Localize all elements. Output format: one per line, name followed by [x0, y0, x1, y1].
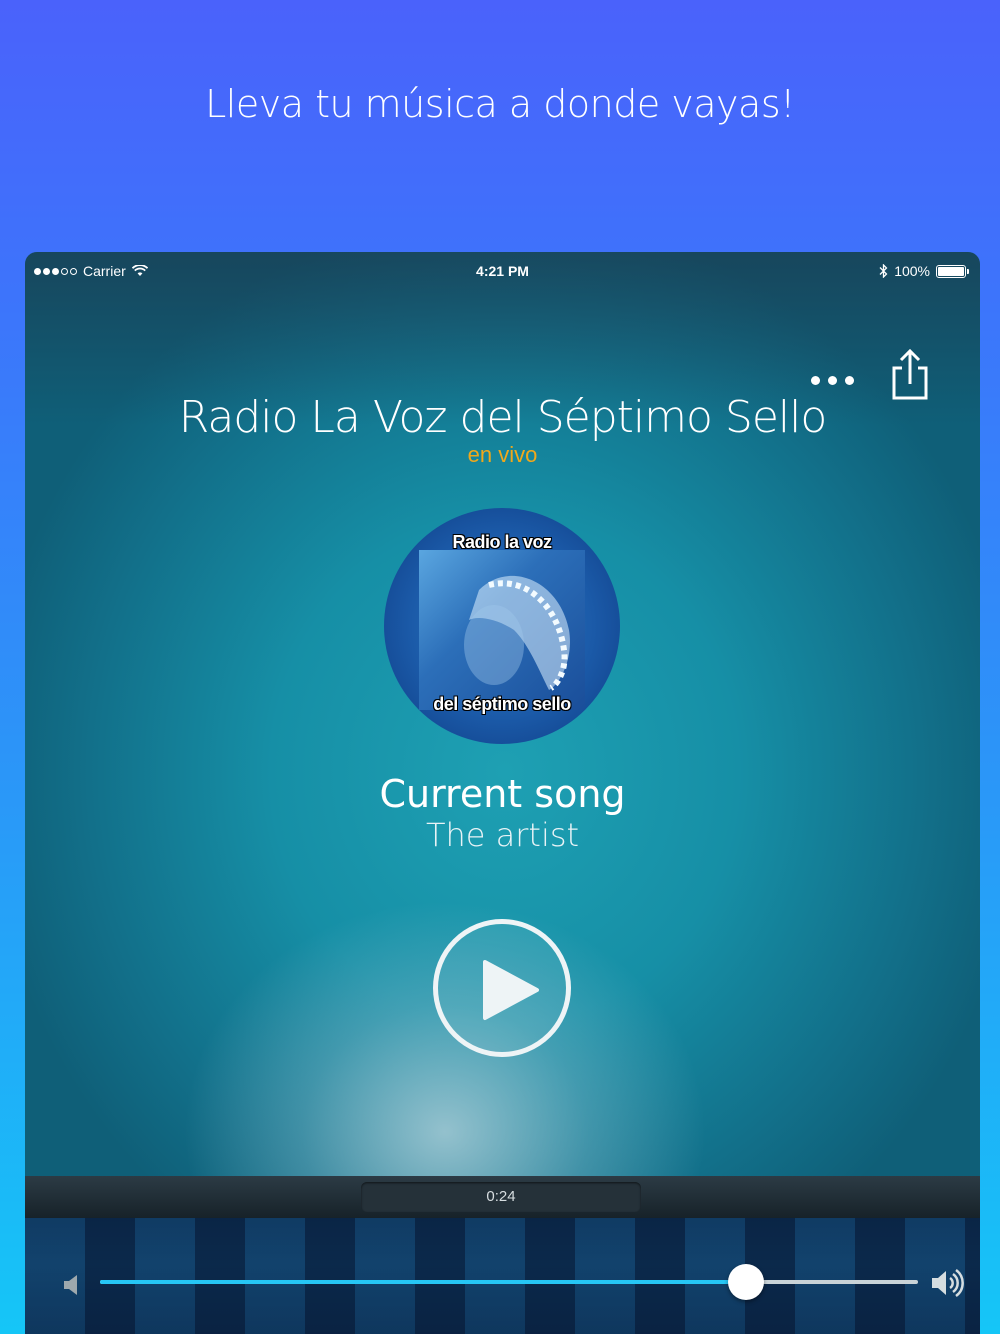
song-title: Current song [379, 772, 626, 816]
time-bar: 0:24 [25, 1176, 980, 1218]
volume-slider[interactable] [100, 1264, 918, 1300]
more-options-button[interactable] [805, 365, 859, 395]
volume-slider-fill [100, 1280, 747, 1284]
promo-headline: Lleva tu música a donde vayas! [205, 82, 795, 126]
volume-low-icon [64, 1275, 77, 1295]
station-title: Radio La Voz del Séptimo Sello [178, 392, 828, 443]
artwork-top-text: Radio la voz [452, 532, 552, 552]
more-dots-icon [810, 375, 820, 385]
volume-high-icon [932, 1268, 964, 1298]
live-status: en vivo [467, 442, 538, 467]
volume-slider-thumb[interactable] [728, 1264, 765, 1300]
bluetooth-icon [879, 264, 888, 278]
status-bar: Carrier 4:21 PM 100% [25, 252, 980, 288]
play-icon [483, 960, 539, 1020]
station-artwork: Radio la voz del séptimo sello [384, 508, 620, 744]
artwork-image [419, 550, 585, 710]
artwork-bottom-text: del séptimo sello [433, 694, 571, 714]
artist-name: The artist [425, 816, 580, 854]
elapsed-time: 0:24 [361, 1182, 641, 1212]
status-right: 100% [879, 263, 969, 279]
play-button[interactable] [433, 919, 571, 1057]
status-time: 4:21 PM [476, 263, 529, 279]
volume-area [25, 1218, 980, 1334]
device-screen: Carrier 4:21 PM 100% Radio La Voz del Sé… [25, 252, 980, 1334]
battery-icon [936, 264, 969, 278]
battery-percent: 100% [894, 263, 930, 279]
